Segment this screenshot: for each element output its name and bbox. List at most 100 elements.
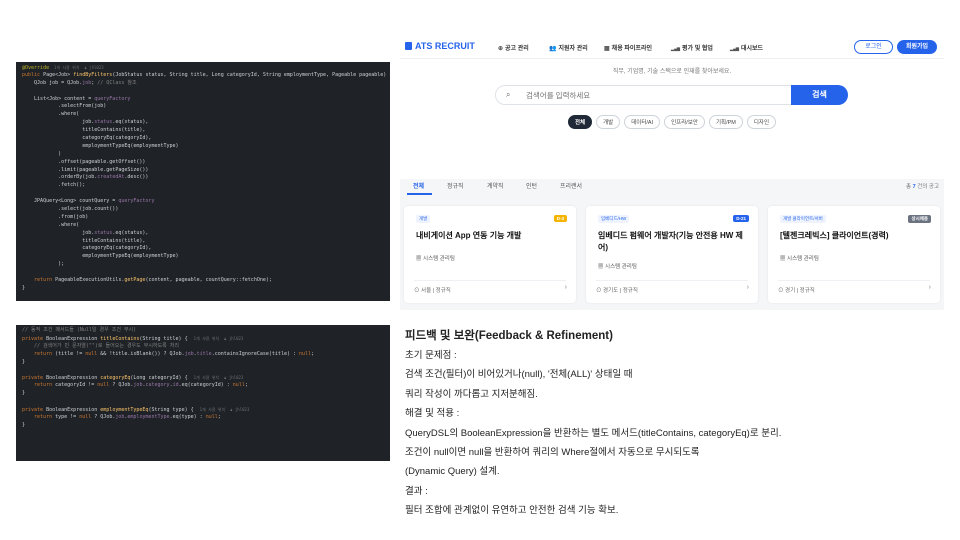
document-icon xyxy=(405,42,412,50)
code-token: // 동적 조건 메서드들 (Null일 경우 조건 무시) xyxy=(22,327,137,333)
code-line: ) xyxy=(22,151,384,159)
category-chips: 전체 개발 데이터/AI 인프라/보안 기획/PM 디자인 xyxy=(400,115,944,129)
menu-job-postings[interactable]: ⊕ 공고 관리 xyxy=(498,43,529,52)
code-line: .select(job.count()) xyxy=(22,206,384,214)
code-panel-find-by-filters: @Override 1개 사용 위치 ♟ jhl023 public Page<J… xyxy=(16,62,390,301)
company-name: ▦ 시스템 관리팀 xyxy=(780,256,819,262)
signup-button[interactable]: 회원가입 xyxy=(897,40,937,54)
code-token: job. xyxy=(22,119,95,126)
tab-all[interactable]: 전체 xyxy=(413,181,424,190)
code-token: titleContains(title), xyxy=(22,127,146,134)
code-line: private BooleanExpression titleContains(… xyxy=(22,335,384,343)
code-token: employmentType xyxy=(127,413,170,420)
chip-all[interactable]: 전체 xyxy=(567,115,593,129)
search-hero: 직무, 기업명, 기술 스택으로 인재를 찾아보세요. ⌕ 검색 전체개발데이터… xyxy=(400,59,944,179)
code-token: (content, pageable, countQuery::fetchOne… xyxy=(145,277,272,284)
code-line: .from(job) xyxy=(22,214,384,222)
code-token: // 검색어가 빈 문자열("")로 들어오는 경우도 무시하도록 처리 xyxy=(22,342,179,349)
notes-line: 초기 문제점 : xyxy=(405,350,457,361)
menu-applicants[interactable]: 👥 지원자 관리 xyxy=(549,43,588,52)
code-line: return categoryId != null ? QJob.job.cat… xyxy=(22,382,384,390)
code-token: title xyxy=(196,350,212,357)
code-token: null xyxy=(79,413,95,420)
code-line: .fetch(); xyxy=(22,182,384,190)
chip-design[interactable]: 디자인 xyxy=(746,115,777,129)
slide: @Override 1개 사용 위치 ♟ jhl023 public Page<J… xyxy=(0,0,960,540)
code-token: findByFilters xyxy=(73,71,113,78)
menu-dashboard[interactable]: ▂▄▆ 대시보드 xyxy=(730,43,763,52)
code-token: null xyxy=(85,350,101,357)
code-token: ♟ jhl023 xyxy=(84,65,104,70)
menu-evaluation[interactable]: ▂▄▆ 평가 및 협업 xyxy=(671,43,713,52)
code-token: return xyxy=(22,382,56,389)
tab-freelance[interactable]: 프리랜서 xyxy=(560,181,582,190)
job-card[interactable]: 개발 클라이언트/서버 상시채용 [텔젠크레빅스] 클라이언트(경력) ▦ 시스… xyxy=(768,206,940,303)
login-button[interactable]: 로그인 xyxy=(854,40,893,54)
code-token: getPage xyxy=(124,277,146,284)
code-token: BooleanExpression xyxy=(46,335,101,342)
code-line: employmentTypeEq(employmentType) xyxy=(22,253,384,261)
code-token: return xyxy=(22,277,56,284)
job-meta: ⊙ 경기도 | 정규직 xyxy=(596,288,638,294)
code-line: List<Job> content = queryFactory xyxy=(22,96,384,104)
job-title: [텔젠크레빅스] 클라이언트(경력) xyxy=(780,231,889,240)
code-token: .selectFrom(job) xyxy=(22,103,107,110)
code-line: titleContains(title), xyxy=(22,238,384,246)
code-token: 1개 사용 위치 ♟ jhl023 xyxy=(193,375,244,381)
code-token: ; xyxy=(311,350,315,357)
code-token: job xyxy=(184,350,194,357)
search-input[interactable] xyxy=(526,90,776,101)
menu-pipeline[interactable]: ▦ 채용 파이프라인 xyxy=(604,43,652,52)
code-token: .eq(type) : xyxy=(169,413,206,420)
search-button[interactable]: 검색 xyxy=(791,85,848,105)
chip-data-ai[interactable]: 데이터/AI xyxy=(624,115,661,129)
code-token: null xyxy=(232,382,245,389)
notes-line: 조건이 null이면 null을 반환하여 쿼리의 Where절에서 자동으로 … xyxy=(405,447,700,459)
code-token: .eq(status), xyxy=(112,119,149,126)
tab-intern[interactable]: 인턴 xyxy=(526,181,537,190)
code-line: .selectFrom(job) xyxy=(22,103,384,111)
code-token: && !title.isBlank()) ? QJob. xyxy=(100,350,185,357)
chip-infra-security[interactable]: 인프라/보안 xyxy=(664,115,705,129)
code-line: } xyxy=(22,285,384,293)
code-token: PageableExecutionUtils. xyxy=(55,277,125,284)
code-token: 1개 사용 위치 ♟ jhl023 xyxy=(193,335,244,341)
dday-badge: D-21 xyxy=(733,215,749,222)
company-name: ▦ 시스템 관리팀 xyxy=(416,256,455,262)
code-token: ); xyxy=(22,261,65,268)
tab-contract[interactable]: 계약직 xyxy=(487,181,504,190)
code-panel-dynamic-conditions: // 동적 조건 메서드들 (Null일 경우 조건 무시) private Bo… xyxy=(16,325,390,461)
code-token: return xyxy=(22,350,56,357)
dday-badge: 상시채용 xyxy=(908,215,931,223)
code-token: } xyxy=(22,421,26,428)
code-token: type != xyxy=(55,413,80,420)
app-logo[interactable]: ATS RECRUIT xyxy=(405,41,475,51)
code-token: public xyxy=(22,71,44,78)
category-tag: 임베디드/HW xyxy=(598,215,630,223)
code-token: (Long categoryId) { xyxy=(130,375,194,382)
code-token: null xyxy=(299,350,312,357)
code-line: private BooleanExpression employmentType… xyxy=(22,406,384,414)
tab-fulltime[interactable]: 정규직 xyxy=(447,181,464,190)
code-token: categoryEq(categoryId), xyxy=(22,245,152,252)
code-line: public Page<Job> findByFilters(JobStatus… xyxy=(22,71,390,80)
code-line: private BooleanExpression categoryEq(Lon… xyxy=(22,374,384,382)
code-token: categoryId != xyxy=(55,382,98,389)
chip-planning-pm[interactable]: 기획/PM xyxy=(708,115,743,129)
code-line: .offset(pageable.getOffset()) xyxy=(22,159,384,167)
code-token: return xyxy=(22,413,56,420)
notes-line: 검색 조건(필터)이 비어있거나(null), '전체(ALL)' 상태일 때 xyxy=(405,369,633,381)
code-line: employmentTypeEq(employmentType) xyxy=(22,143,384,151)
code-token: categoryEq xyxy=(100,375,131,382)
code-token: status xyxy=(94,229,113,236)
code-token: (String title) { xyxy=(139,335,194,342)
code-token: Page<Job> xyxy=(43,71,74,78)
code-token: .select(job.count()) xyxy=(22,206,119,213)
code-line: return PageableExecutionUtils.getPage(co… xyxy=(22,277,384,285)
job-card[interactable]: 임베디드/HW D-21 임베디드 펌웨어 개발자(기능 안전용 HW 제어) … xyxy=(586,206,758,303)
bar-chart-icon: ▂▄▆ xyxy=(671,46,680,51)
job-card[interactable]: 개발 D-3 내비게이션 App 연동 기능 개발 ▦ 시스템 관리팀 ⊙ 서울… xyxy=(404,206,576,303)
card-divider xyxy=(778,280,930,281)
chip-dev[interactable]: 개발 xyxy=(596,115,621,129)
